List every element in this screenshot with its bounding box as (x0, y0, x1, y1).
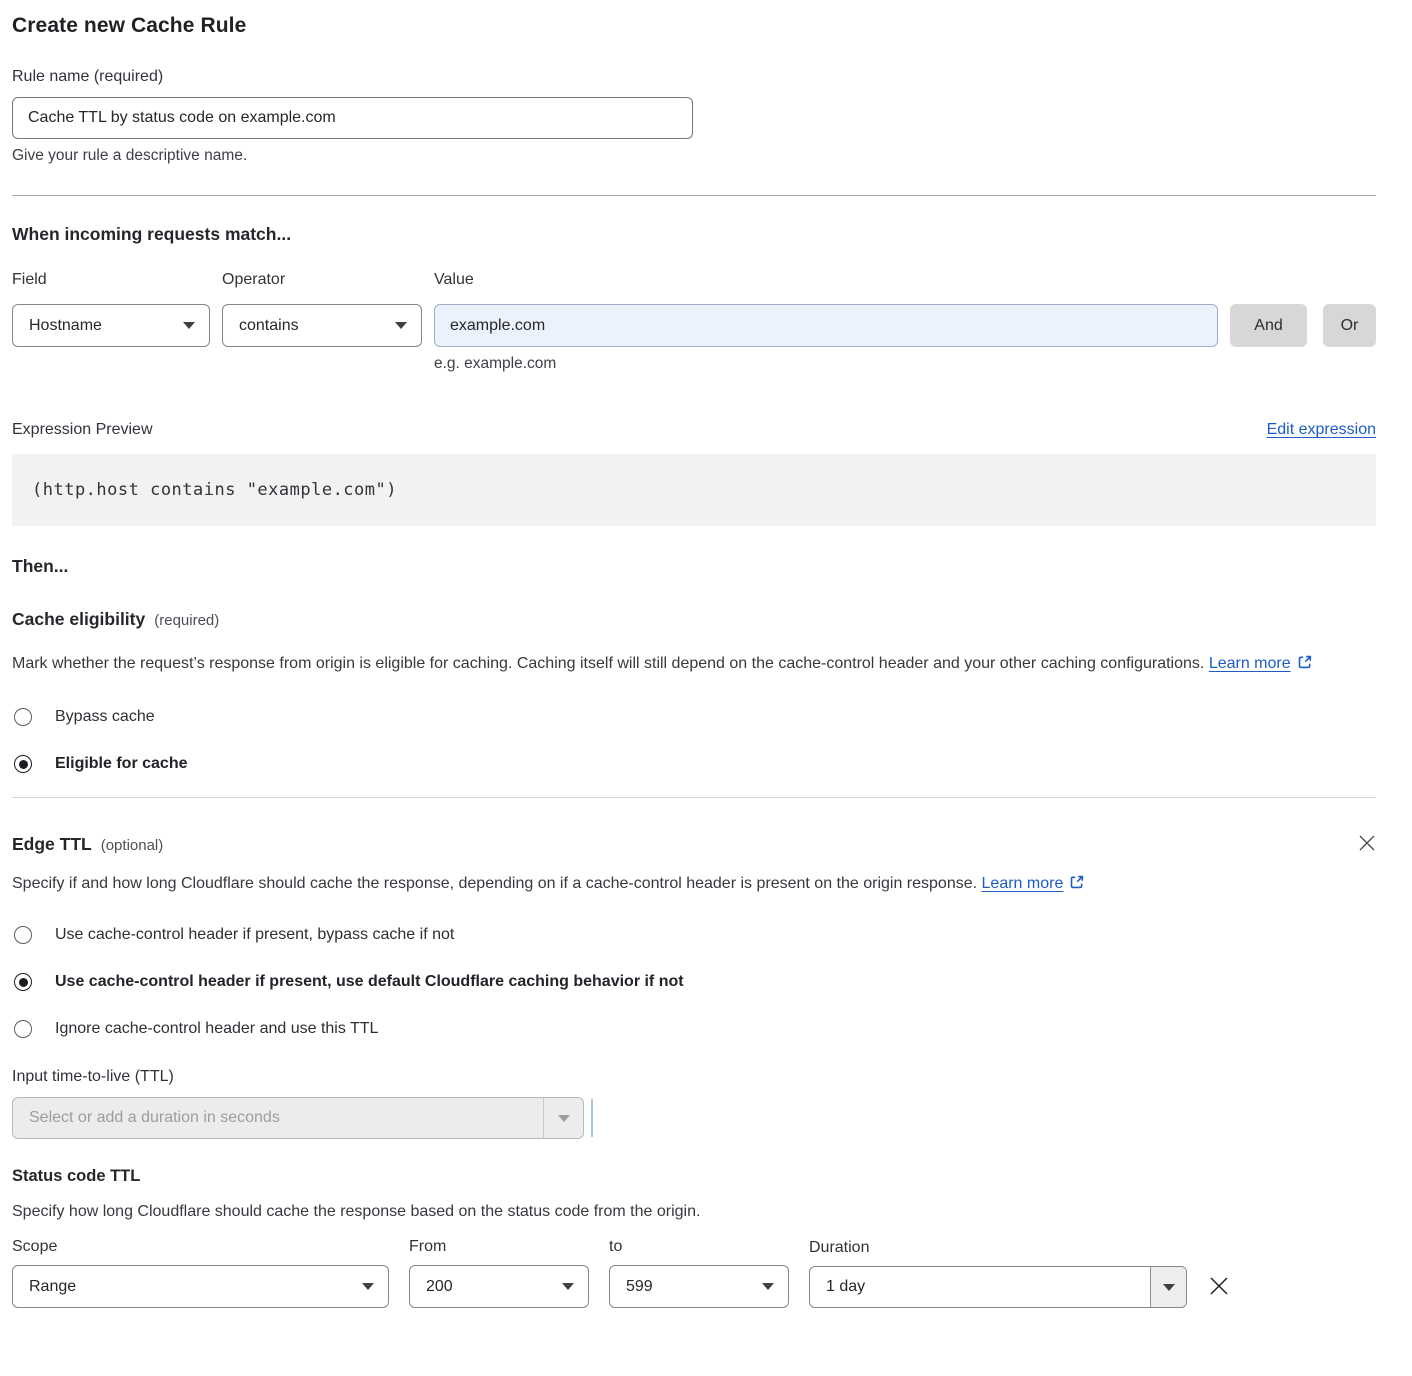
rule-name-input[interactable] (12, 97, 693, 139)
edit-expression-link[interactable]: Edit expression (1267, 421, 1376, 439)
to-label: to (609, 1238, 789, 1256)
value-label: Value (434, 271, 1218, 289)
to-select-value: 599 (626, 1278, 653, 1296)
external-link-icon (1069, 874, 1085, 890)
chevron-down-icon (1163, 1284, 1175, 1291)
chevron-down-icon (562, 1283, 574, 1290)
or-button[interactable]: Or (1323, 304, 1376, 347)
scope-select[interactable]: Range (12, 1265, 389, 1308)
operator-select-value: contains (239, 317, 299, 335)
page-title: Create new Cache Rule (12, 14, 1376, 38)
ttl-input-row: Select or add a duration in seconds (12, 1097, 1376, 1139)
create-cache-rule-form: Create new Cache Rule Rule name (require… (0, 0, 1412, 1308)
duration-label: Duration (809, 1239, 1187, 1257)
radio-label: Ignore cache-control header and use this… (55, 1020, 378, 1038)
radio-bypass-cache[interactable]: Bypass cache (12, 708, 1376, 726)
duration-column: Duration 1 day (809, 1239, 1187, 1308)
field-label: Field (12, 271, 210, 289)
edge-ttl-heading: Edge TTL (12, 834, 92, 855)
radio-circle[interactable] (14, 926, 32, 944)
duration-select[interactable]: 1 day (809, 1266, 1187, 1308)
from-column: From 200 (409, 1238, 589, 1308)
cache-eligibility-heading: Cache eligibility (12, 609, 145, 630)
learn-more-link[interactable]: Learn more (982, 875, 1064, 892)
expression-header-row: Expression Preview Edit expression (12, 421, 1376, 439)
radio-circle-checked[interactable] (14, 973, 32, 991)
from-select[interactable]: 200 (409, 1265, 589, 1308)
to-column: to 599 (609, 1238, 789, 1308)
then-heading: Then... (12, 556, 1376, 577)
to-select[interactable]: 599 (609, 1265, 789, 1308)
chevron-down-icon (558, 1115, 570, 1122)
close-icon (1358, 834, 1376, 852)
status-code-ttl-description: Specify how long Cloudflare should cache… (12, 1198, 1376, 1226)
match-heading: When incoming requests match... (12, 224, 1376, 245)
operator-select[interactable]: contains (222, 304, 422, 347)
scope-select-value: Range (29, 1278, 76, 1296)
edge-ttl-description: Specify if and how long Cloudflare shoul… (12, 870, 1112, 898)
close-icon (1208, 1275, 1230, 1297)
rule-name-label: Rule name (required) (12, 68, 1376, 86)
field-select[interactable]: Hostname (12, 304, 210, 347)
expression-preview-label: Expression Preview (12, 421, 153, 439)
divider (12, 797, 1376, 798)
radio-circle-checked[interactable] (14, 755, 32, 773)
optional-tag: (optional) (101, 837, 164, 854)
radio-label: Eligible for cache (55, 755, 187, 773)
scope-column: Scope Range (12, 1238, 389, 1308)
chevron-down-icon (395, 322, 407, 329)
chevron-down-button[interactable] (543, 1098, 583, 1138)
cache-eligibility-heading-row: Cache eligibility (required) (12, 609, 1376, 630)
match-labels-row: Field Operator Value (12, 271, 1376, 289)
chevron-down-icon (183, 322, 195, 329)
radio-edge-ttl-default[interactable]: Use cache-control header if present, use… (12, 973, 1376, 991)
text-caret (591, 1099, 593, 1137)
value-help: e.g. example.com (434, 355, 1376, 373)
divider (12, 195, 1376, 196)
and-button[interactable]: And (1230, 304, 1307, 347)
duration-select-value: 1 day (810, 1267, 1150, 1307)
close-edge-ttl-button[interactable] (1358, 834, 1376, 852)
operator-label: Operator (222, 271, 422, 289)
expression-preview-box: (http.host contains "example.com") (12, 454, 1376, 526)
rule-name-help: Give your rule a descriptive name. (12, 147, 1376, 165)
radio-circle[interactable] (14, 1020, 32, 1038)
chevron-down-icon (762, 1283, 774, 1290)
cache-eligibility-description: Mark whether the request’s response from… (12, 650, 1376, 678)
from-select-value: 200 (426, 1278, 453, 1296)
radio-eligible-for-cache[interactable]: Eligible for cache (12, 755, 1376, 773)
status-code-ttl-heading: Status code TTL (12, 1167, 1376, 1186)
radio-label: Bypass cache (55, 708, 155, 726)
ttl-duration-placeholder: Select or add a duration in seconds (13, 1098, 543, 1138)
radio-edge-ttl-bypass[interactable]: Use cache-control header if present, byp… (12, 926, 1376, 944)
from-label: From (409, 1238, 589, 1256)
learn-more-link[interactable]: Learn more (1209, 655, 1291, 672)
radio-circle[interactable] (14, 708, 32, 726)
chevron-down-button[interactable] (1150, 1267, 1186, 1307)
required-tag: (required) (154, 612, 219, 629)
radio-label: Use cache-control header if present, byp… (55, 926, 454, 944)
remove-status-ttl-row-button[interactable] (1207, 1275, 1231, 1297)
ttl-input-label: Input time-to-live (TTL) (12, 1068, 1376, 1086)
external-link-icon (1297, 654, 1313, 670)
status-code-ttl-row: Scope Range From 200 to 599 Duration 1 d… (12, 1238, 1376, 1308)
match-controls-row: Hostname contains And Or (12, 304, 1376, 347)
value-input[interactable] (434, 304, 1218, 347)
chevron-down-icon (362, 1283, 374, 1290)
radio-label: Use cache-control header if present, use… (55, 973, 684, 991)
radio-edge-ttl-ignore[interactable]: Ignore cache-control header and use this… (12, 1020, 1376, 1038)
field-select-value: Hostname (29, 317, 102, 335)
scope-label: Scope (12, 1238, 389, 1256)
ttl-duration-select[interactable]: Select or add a duration in seconds (12, 1097, 584, 1139)
edge-ttl-heading-row: Edge TTL (optional) (12, 834, 1376, 855)
expression-preview-code: (http.host contains "example.com") (32, 480, 397, 500)
